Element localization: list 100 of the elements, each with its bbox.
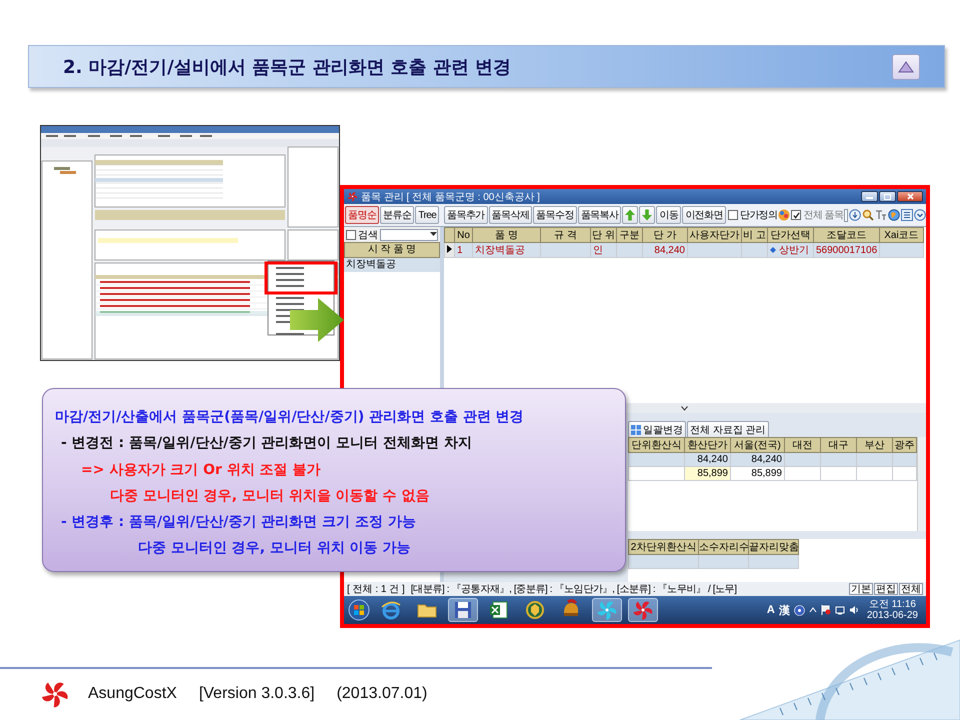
arrow-down-icon: [642, 209, 652, 221]
price-definition-checkbox[interactable]: 단가정의: [728, 208, 778, 222]
grid-icon: [631, 425, 641, 435]
callout-line: 마감/전기/산출에서 품목군(품목/일위/단산/중기) 관리화면 호출 관련 변경: [55, 408, 525, 427]
sort-tab[interactable]: Tree: [415, 206, 440, 224]
product-name: AsungCostX: [88, 685, 177, 703]
move-up-button[interactable]: [622, 206, 638, 224]
view-button[interactable]: 전체: [899, 583, 923, 595]
column-header: 2차단위환산식: [628, 540, 698, 554]
list-icon[interactable]: [901, 209, 913, 221]
column-header: 대전: [784, 438, 820, 452]
window-title: 품목 관리 [ 전체 품목군명 : 00신축공사 ]: [361, 190, 541, 204]
browser-icon[interactable]: [380, 599, 402, 621]
filter-field[interactable]: [844, 208, 848, 222]
logo-icon: [347, 191, 358, 202]
flag-icon[interactable]: [820, 605, 831, 615]
list-item[interactable]: 치장벽돌공: [344, 258, 440, 272]
column-header: 대구: [820, 438, 856, 452]
toolbar-button[interactable]: 품목수정: [533, 206, 577, 224]
callout-line: - 변경전 : 품목/일위/단산/중기 관리화면이 모니터 전체화면 차지: [60, 434, 473, 454]
column-header: 소수자리수: [698, 540, 748, 554]
column-header: 단 위: [590, 228, 616, 242]
column-header: 부산: [856, 438, 892, 452]
column-header: 단 가: [642, 228, 688, 242]
table-cell: 치장벽돌공: [472, 242, 540, 258]
palette-icon: [778, 209, 790, 221]
callout-line: 다중 모니터인 경우, 모니터 위치을 이동할 수 없음: [109, 486, 430, 506]
table-cell: 84,240: [730, 452, 784, 466]
close-button[interactable]: [897, 191, 923, 202]
scroll-up-button[interactable]: [892, 54, 920, 80]
minimize-button[interactable]: [861, 191, 878, 202]
chevron-down-icon[interactable]: [914, 209, 926, 221]
input-mode-indicator[interactable]: 漢: [778, 602, 790, 618]
record-count: [ 전체 : 1 건 ]: [347, 583, 405, 596]
view-button[interactable]: 편집: [874, 583, 898, 595]
table-cell: 84,240: [642, 242, 688, 258]
chevron-down-icon[interactable]: [681, 406, 688, 410]
table-cell: 85,899: [684, 466, 730, 480]
column-header: 비 고: [742, 228, 768, 242]
column-header: 구분: [616, 228, 642, 242]
column-header: 규 격: [540, 228, 590, 242]
callout-line: 다중 모니터인 경우, 모니터 위치 이동 가능: [137, 539, 412, 558]
globe-icon[interactable]: [888, 209, 900, 221]
clock-time: 오전 11:16: [868, 599, 916, 610]
help-icon[interactable]: [794, 604, 805, 616]
scrollbar[interactable]: [917, 437, 926, 531]
move-down-button[interactable]: [639, 206, 656, 224]
table-cell: 인: [590, 242, 616, 258]
table-cell: 56900017106: [814, 242, 880, 258]
toolbar-button[interactable]: 품목복사: [578, 206, 622, 224]
all-items-checkbox[interactable]: 전체 품목: [791, 208, 844, 222]
right-arrow-drawing: [290, 298, 344, 342]
toolbar-button[interactable]: 이전화면: [682, 206, 726, 224]
maximize-button[interactable]: [879, 191, 896, 202]
column-header: 서울(전국): [730, 438, 784, 452]
column-header: 단가선택: [768, 228, 814, 242]
dropdown-arrow-icon: [430, 232, 437, 237]
search-icon[interactable]: [862, 209, 874, 221]
version-text: [Version 3.0.3.6]: [198, 685, 315, 703]
column-header: 사용자단가: [688, 228, 742, 242]
network-icon[interactable]: [834, 605, 845, 615]
text-format-icon[interactable]: [875, 209, 887, 221]
category-path: [대분류] : 『공통자재』, [중분류] : 『노임단가』, [소분류] : 『노무비』 / [노무]: [410, 582, 738, 596]
sort-tab[interactable]: 품명순: [345, 206, 380, 224]
maximize-icon: [884, 194, 891, 200]
toolbar-button[interactable]: 이동: [656, 206, 682, 224]
toolbar-button[interactable]: 품목추가: [444, 206, 488, 224]
triangle-up-icon: [898, 60, 914, 72]
column-header: 시 작 품 명: [344, 242, 440, 258]
sort-tab[interactable]: 분류순: [380, 206, 414, 224]
spreadsheet-icon[interactable]: [488, 599, 510, 621]
chevron-up-icon[interactable]: [808, 607, 817, 613]
column-header: 품 명: [472, 228, 540, 242]
table-cell: 84,240: [684, 452, 730, 466]
toolbar-button[interactable]: 품목삭제: [488, 206, 532, 224]
column-header: Xai코드: [880, 228, 924, 242]
callout-line: => 사용자가 크기 Or 위치 조절 불가: [80, 460, 322, 480]
slide-title: 2. 마감/전기/설비에서 품목군 관리화면 호출 관련 변경: [63, 56, 512, 78]
search-dropdown[interactable]: [380, 228, 438, 240]
arrow-up-icon: [625, 209, 636, 221]
table-cell-text: 상반기: [779, 244, 809, 257]
column-header: 환산단가: [684, 438, 730, 452]
column-header: 조달코드: [814, 228, 880, 242]
column-header: 광주: [892, 438, 916, 452]
table-cell: 85,899: [730, 466, 784, 480]
speaker-icon[interactable]: [848, 605, 859, 615]
release-date: (2013.07.01): [336, 685, 428, 703]
input-mode-indicator[interactable]: A: [766, 604, 775, 616]
clock-date: 2013-06-29: [866, 610, 918, 621]
column-header: 끝자리맞춤: [748, 540, 798, 554]
column-header: 단위환산식: [628, 438, 684, 452]
minimize-icon: [866, 194, 873, 199]
view-button[interactable]: 기본: [849, 583, 873, 595]
start-button[interactable]: [348, 599, 370, 621]
check-icon: [792, 212, 800, 218]
column-header: No: [454, 228, 472, 242]
callout-line: - 변경후 : 품목/일위/단산/중기 관리화면 크기 조정 가능: [60, 513, 417, 532]
diamond-icon: [770, 247, 776, 253]
shield-icon[interactable]: [524, 599, 546, 621]
close-icon: [906, 193, 914, 200]
